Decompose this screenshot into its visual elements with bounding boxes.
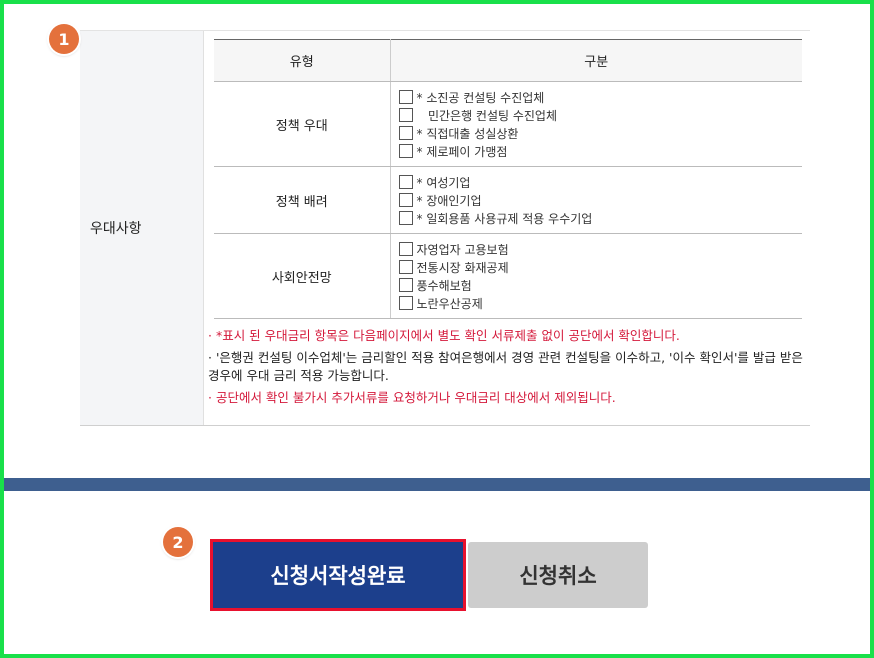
row-options: 자영업자 고용보험 전통시장 화재공제 풍수해보험 노란우산공제 [390, 233, 802, 319]
row-label-cell: 우대사항 [80, 31, 204, 425]
option-label: * 장애인기업 [416, 193, 482, 208]
option-label: 자영업자 고용보험 [416, 242, 509, 257]
checkbox[interactable] [398, 175, 413, 189]
row-options: * 소진공 컨설팅 수진업체 민간은행 컨설팅 수진업체 * 직접대출 성실상환… [390, 81, 802, 167]
option-label: 풍수해보험 [416, 278, 472, 293]
checkbox[interactable] [398, 144, 413, 158]
checkbox[interactable] [398, 90, 413, 104]
table-row: 사회안전망 자영업자 고용보험 전통시장 화재공제 풍수해보험 노란우산공제 [214, 233, 802, 319]
option-label: * 일회용품 사용규제 적용 우수기업 [416, 211, 593, 226]
option-label: * 소진공 컨설팅 수진업체 [416, 90, 545, 105]
checkbox[interactable] [398, 108, 413, 122]
option-label: * 직접대출 성실상환 [416, 126, 519, 141]
table-header-row: 유형 구분 [214, 39, 802, 82]
note-item: · '은행권 컨설팅 이수업체'는 금리할인 적용 참여은행에서 경영 관련 컨… [208, 350, 803, 383]
option-item[interactable]: * 소진공 컨설팅 수진업체 [398, 88, 795, 106]
row-type: 사회안전망 [214, 233, 391, 319]
submit-application-button[interactable]: 신청서작성완료 [213, 542, 463, 608]
checkbox[interactable] [398, 296, 413, 310]
note-item: · 공단에서 확인 불가시 추가서류를 요청하거나 우대금리 대상에서 제외됩니… [208, 390, 616, 405]
option-item[interactable]: 노란우산공제 [398, 294, 795, 312]
option-item[interactable]: 전통시장 화재공제 [398, 258, 795, 276]
option-label: 민간은행 컨설팅 수진업체 [416, 108, 558, 123]
header-type: 유형 [214, 39, 391, 82]
checkbox[interactable] [398, 278, 413, 292]
header-category: 구분 [390, 39, 802, 82]
option-item[interactable]: * 장애인기업 [398, 191, 795, 209]
checkbox[interactable] [398, 211, 413, 225]
option-item[interactable]: * 일회용품 사용규제 적용 우수기업 [398, 209, 795, 227]
option-label: 전통시장 화재공제 [416, 260, 509, 275]
checkbox[interactable] [398, 260, 413, 274]
row-type: 정책 우대 [214, 81, 391, 167]
cancel-application-button[interactable]: 신청취소 [468, 542, 648, 608]
note-item: · *표시 된 우대금리 항목은 다음페이지에서 별도 확인 서류제출 없이 공… [208, 328, 680, 343]
option-item[interactable]: * 여성기업 [398, 173, 795, 191]
table-row: 정책 배려 * 여성기업 * 장애인기업 * 일회용품 사용규제 적용 우수기업 [214, 166, 802, 234]
preference-table: 유형 구분 정책 우대 * 소진공 컨설팅 수진업체 민간은행 컨설팅 수진업체… [214, 39, 802, 319]
option-item[interactable]: * 제로페이 가맹점 [398, 142, 795, 160]
row-options: * 여성기업 * 장애인기업 * 일회용품 사용규제 적용 우수기업 [390, 166, 802, 234]
option-label: * 여성기업 [416, 175, 471, 190]
divider-bar [4, 478, 870, 491]
option-label: 노란우산공제 [416, 296, 483, 311]
row-label: 우대사항 [90, 221, 142, 237]
row-type: 정책 배려 [214, 166, 391, 234]
step-badge-1: 1 [49, 24, 79, 54]
preference-section: 우대사항 유형 구분 정책 우대 * 소진공 컨설팅 수진업체 민간은행 컨설팅… [80, 31, 810, 426]
option-item[interactable]: 풍수해보험 [398, 276, 795, 294]
option-item[interactable]: * 직접대출 성실상환 [398, 124, 795, 142]
notes: · *표시 된 우대금리 항목은 다음페이지에서 별도 확인 서류제출 없이 공… [208, 327, 808, 411]
checkbox[interactable] [398, 242, 413, 256]
step-badge-2: 2 [163, 527, 193, 557]
option-item[interactable]: 자영업자 고용보험 [398, 240, 795, 258]
table-row: 정책 우대 * 소진공 컨설팅 수진업체 민간은행 컨설팅 수진업체 * 직접대… [214, 81, 802, 167]
checkbox[interactable] [398, 193, 413, 207]
option-item[interactable]: 민간은행 컨설팅 수진업체 [398, 106, 795, 124]
option-label: * 제로페이 가맹점 [416, 144, 508, 159]
checkbox[interactable] [398, 126, 413, 140]
